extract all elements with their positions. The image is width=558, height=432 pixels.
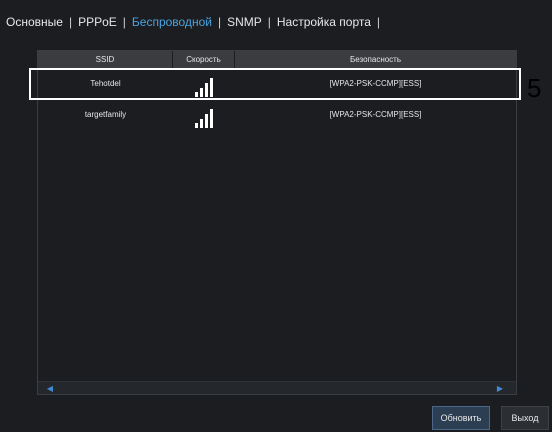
tab-port-settings[interactable]: Настройка порта xyxy=(277,15,371,29)
exit-button[interactable]: Выход xyxy=(501,406,549,430)
horizontal-scrollbar[interactable]: ◀ ▶ xyxy=(38,381,516,394)
table-header: SSID Скорость Безопасность xyxy=(38,51,516,68)
refresh-button[interactable]: Обновить xyxy=(432,406,490,430)
tab-basic[interactable]: Основные xyxy=(6,15,63,29)
settings-panel: Основные | PPPoE | Беспроводной | SNMP |… xyxy=(0,0,552,432)
tab-snmp[interactable]: SNMP xyxy=(227,15,262,29)
signal-strength-cell xyxy=(173,101,235,128)
security-cell: [WPA2-PSK-CCMP][ESS] xyxy=(329,78,422,88)
column-header-speed: Скорость xyxy=(173,51,235,68)
tab-separator: | xyxy=(68,15,73,29)
ssid-cell: Tehotdel xyxy=(90,78,121,88)
tab-separator: | xyxy=(122,15,126,29)
tab-separator: | xyxy=(217,15,222,29)
scroll-left-icon[interactable]: ◀ xyxy=(44,383,56,393)
column-header-security: Безопасность xyxy=(349,55,402,64)
tab-separator: | xyxy=(376,15,381,29)
tab-wireless[interactable]: Беспроводной xyxy=(132,15,212,29)
tab-pppoe[interactable]: PPPoE xyxy=(78,15,117,29)
callout-number: 5 xyxy=(527,73,542,103)
table-row[interactable]: targetfamily [WPA2-PSK-CCMP][ESS] xyxy=(38,101,516,128)
signal-strength-cell xyxy=(173,70,235,97)
table-row[interactable]: Tehotdel [WPA2-PSK-CCMP][ESS] xyxy=(38,70,516,97)
tab-bar: Основные | PPPoE | Беспроводной | SNMP |… xyxy=(6,12,386,32)
column-header-ssid: SSID xyxy=(38,51,173,68)
wifi-network-table: SSID Скорость Безопасность Tehotdel [WPA… xyxy=(37,50,517,395)
ssid-cell: targetfamily xyxy=(84,109,127,119)
signal-strength-icon xyxy=(195,108,213,128)
tab-separator: | xyxy=(267,15,271,29)
security-cell: [WPA2-PSK-CCMP][ESS] xyxy=(329,109,422,119)
scroll-right-icon[interactable]: ▶ xyxy=(494,383,506,393)
signal-strength-icon xyxy=(195,77,213,97)
